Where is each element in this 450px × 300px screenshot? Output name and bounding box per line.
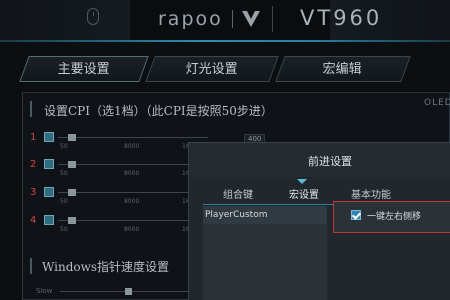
dpi-slider-track[interactable] bbox=[58, 220, 208, 221]
oled-label: OLED bbox=[424, 98, 450, 108]
dpi-level-number: 1 bbox=[30, 132, 37, 143]
dialog-tab-macro[interactable]: 宏设置 bbox=[289, 186, 319, 201]
header-separator bbox=[272, 6, 273, 32]
dialog-title: 前进设置 bbox=[308, 155, 352, 168]
active-tab-indicator-icon bbox=[297, 179, 307, 184]
dpi-slider-handle[interactable] bbox=[68, 161, 76, 168]
tab-label: 宏编辑 bbox=[323, 62, 363, 77]
windows-speed-handle[interactable] bbox=[125, 288, 132, 295]
brand-separator bbox=[232, 10, 233, 28]
section-marker bbox=[30, 258, 32, 274]
scale-min: 50 bbox=[60, 198, 68, 205]
scale-mid: 8000 bbox=[124, 198, 140, 205]
dpi-level-number: 3 bbox=[30, 187, 37, 198]
scale-min: 50 bbox=[60, 170, 68, 177]
scale-min: 50 bbox=[60, 226, 68, 233]
dpi-slider-handle[interactable] bbox=[68, 134, 76, 141]
function-checkbox[interactable] bbox=[351, 210, 361, 220]
model-name: VT960 bbox=[300, 6, 383, 30]
tab-label: 主要设置 bbox=[57, 62, 110, 77]
section-marker bbox=[30, 101, 32, 117]
mouse-icon[interactable] bbox=[87, 8, 99, 25]
dialog-tab-basic-functions[interactable]: 基本功能 bbox=[351, 186, 391, 201]
tab-main-settings[interactable]: 主要设置 bbox=[19, 56, 149, 82]
windows-speed-title: Windows指针速度设置 bbox=[42, 260, 170, 274]
tab-label: 灯光设置 bbox=[185, 62, 238, 77]
function-option-label: 一键左右侧移 bbox=[367, 212, 422, 222]
dpi-slider-track[interactable] bbox=[58, 192, 208, 193]
brand-logo-text: rapoo bbox=[158, 8, 223, 30]
header-left-panel bbox=[0, 0, 130, 40]
dpi-slider-handle[interactable] bbox=[68, 217, 76, 224]
tab-macro-editor[interactable]: 宏编辑 bbox=[275, 56, 411, 82]
dpi-section-title: 设置CPI（选1档）（此CPI是按照50步进） bbox=[44, 104, 273, 118]
dpi-slider-track[interactable] bbox=[58, 137, 208, 138]
dpi-slider-track[interactable] bbox=[58, 164, 208, 165]
scale-mid: 8000 bbox=[124, 143, 140, 150]
dialog-tab-combo-keys[interactable]: 组合键 bbox=[223, 186, 253, 201]
dpi-checkbox[interactable] bbox=[44, 187, 54, 197]
dpi-checkbox[interactable] bbox=[44, 215, 54, 225]
v-logo-icon bbox=[242, 11, 260, 27]
dpi-checkbox[interactable] bbox=[44, 132, 54, 142]
app-header: rapoo VT960 bbox=[0, 0, 450, 42]
function-option-box: 一键左右侧移 bbox=[333, 201, 450, 233]
main-tabs: 主要设置 灯光设置 宏编辑 bbox=[0, 56, 450, 82]
dialog-header: 前进设置 bbox=[189, 143, 450, 177]
dpi-checkbox[interactable] bbox=[44, 159, 54, 169]
scale-mid: 8000 bbox=[124, 226, 140, 233]
dpi-level-number: 2 bbox=[30, 159, 37, 170]
macro-list: PlayerCustom bbox=[203, 206, 327, 300]
header-divider bbox=[0, 40, 450, 42]
tab-lighting-settings[interactable]: 灯光设置 bbox=[145, 56, 279, 82]
dpi-slider-handle[interactable] bbox=[68, 189, 76, 196]
advanced-settings-dialog: 前进设置 组合键 宏设置 基本功能 PlayerCustom 一键左右侧移 bbox=[188, 142, 450, 300]
windows-speed-min: Slow bbox=[36, 287, 53, 295]
dpi-level-number: 4 bbox=[30, 215, 37, 226]
scale-min: 50 bbox=[60, 143, 68, 150]
scale-mid: 8000 bbox=[124, 170, 140, 177]
list-item[interactable]: PlayerCustom bbox=[203, 206, 327, 224]
